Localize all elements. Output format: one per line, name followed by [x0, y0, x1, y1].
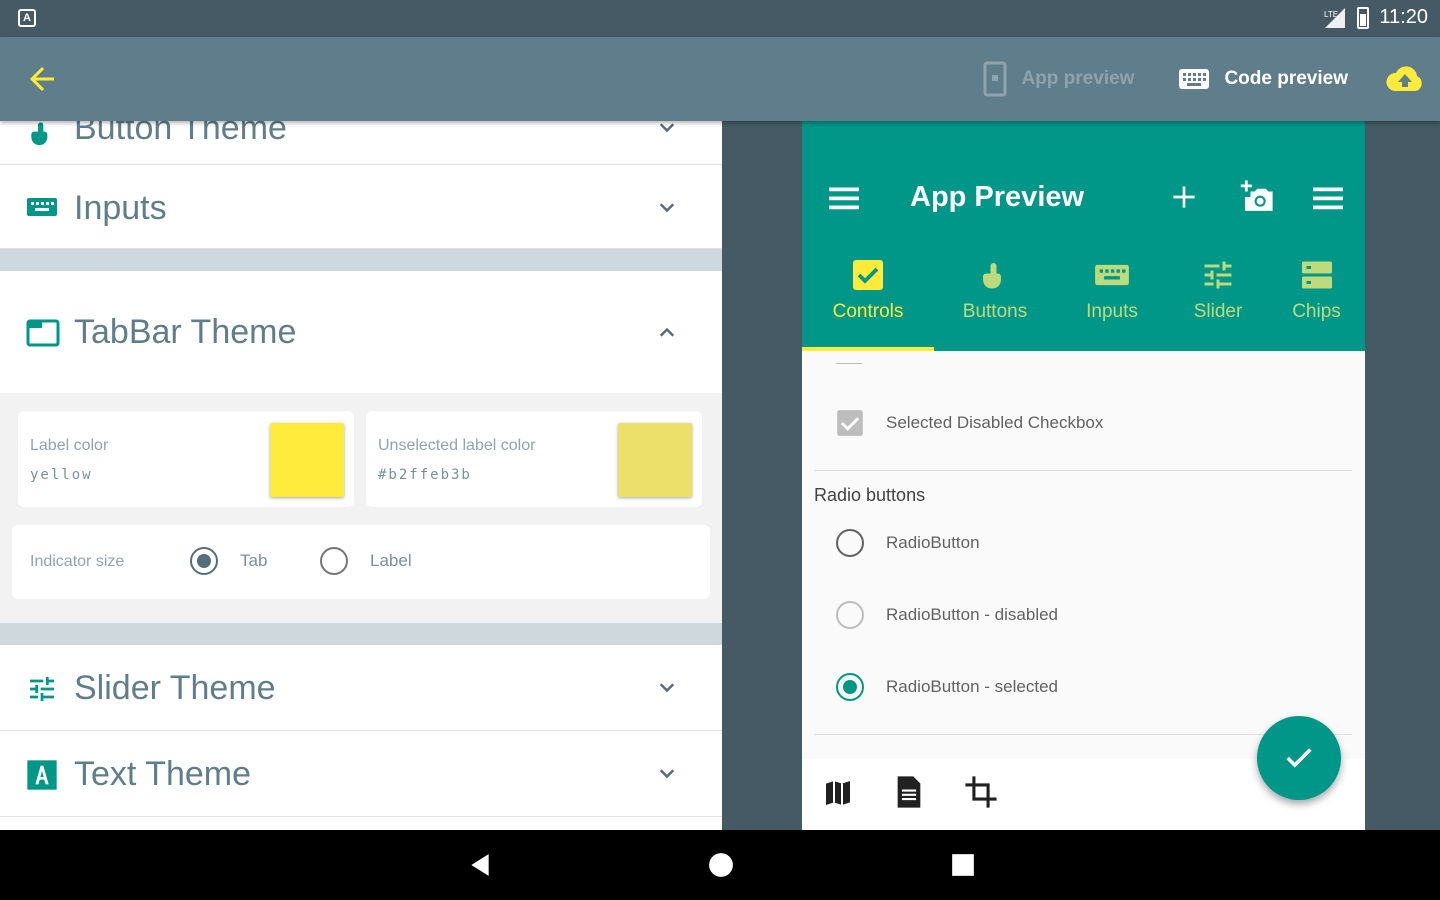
section-slider-theme[interactable]: Slider Theme — [0, 645, 722, 731]
radio-button-selected[interactable] — [836, 673, 864, 701]
label-color-label: Label color — [30, 437, 109, 454]
chevron-up-icon — [659, 327, 675, 337]
keyboard-icon — [1095, 264, 1129, 286]
status-bar: A LTE 11:20 — [0, 0, 1440, 37]
tablet-icon — [983, 61, 1007, 97]
unselected-label-color-swatch[interactable] — [618, 423, 692, 497]
theme-editor-panel: Button Theme Inputs TabBar Theme Label c… — [0, 121, 722, 830]
radio-section-header: Radio buttons — [814, 485, 926, 505]
unselected-label-color-value: #b2ffeb3b — [378, 467, 472, 483]
preview-tab-bar: Controls Buttons Inputs Slider Chips — [802, 251, 1365, 351]
tab-label: Chips — [1292, 301, 1341, 322]
code-preview-label: Code preview — [1224, 68, 1348, 89]
cloud-upload-button[interactable] — [1370, 64, 1440, 94]
unselected-label-color-card[interactable]: Unselected label color #b2ffeb3b — [366, 411, 702, 507]
label-color-swatch[interactable] — [270, 423, 344, 497]
svg-text:LTE: LTE — [1324, 10, 1338, 19]
label-color-card[interactable]: Label color yellow — [18, 411, 354, 507]
back-nav-icon[interactable] — [467, 852, 493, 878]
radio-label[interactable] — [320, 547, 348, 575]
tab-inputs[interactable]: Inputs — [1056, 251, 1168, 351]
system-nav-bar — [0, 830, 1440, 900]
disabled-checkbox — [837, 410, 863, 436]
radio-tab[interactable] — [190, 547, 218, 575]
chevron-down-icon — [659, 769, 675, 779]
preview-app-bar: App Preview Controls Buttons Inputs Slid… — [802, 121, 1365, 351]
tab-chips[interactable]: Chips — [1268, 251, 1365, 351]
section-label: Text Theme — [74, 755, 252, 793]
document-icon[interactable] — [894, 775, 924, 809]
tab-label: Inputs — [1086, 301, 1138, 322]
list-divider — [814, 470, 1352, 471]
section-tabbar-theme[interactable]: TabBar Theme — [0, 271, 722, 393]
add-icon[interactable] — [1168, 181, 1200, 213]
tab-buttons[interactable]: Buttons — [934, 251, 1056, 351]
radio-button-disabled — [836, 601, 864, 629]
radio-label: RadioButton - selected — [886, 677, 1058, 696]
tab-label: Controls — [832, 301, 904, 322]
tune-icon — [1204, 261, 1232, 289]
tab-label: Slider — [1193, 301, 1243, 322]
recents-nav-icon[interactable] — [950, 852, 976, 878]
tab-icon — [26, 319, 60, 347]
tab-label: Buttons — [962, 301, 1028, 322]
tab-controls[interactable]: Controls — [802, 251, 934, 351]
crop-icon[interactable] — [964, 775, 998, 809]
section-text-theme[interactable]: Text Theme — [0, 731, 722, 817]
section-label: TabBar Theme — [74, 313, 297, 351]
chevron-down-icon — [659, 203, 675, 213]
battery-icon — [1357, 6, 1370, 29]
check-icon — [1286, 748, 1312, 768]
keyboard-icon — [1179, 69, 1210, 89]
home-nav-icon[interactable] — [708, 852, 734, 878]
radio-label-label: Label — [370, 551, 412, 570]
indicator-size-card: Indicator size Tab Label — [12, 525, 710, 599]
unselected-label-color-label: Unselected label color — [378, 437, 536, 454]
section-inputs[interactable]: Inputs — [0, 165, 722, 249]
keyboard-icon — [27, 198, 57, 216]
label-color-value: yellow — [30, 467, 93, 483]
chips-icon — [1301, 261, 1332, 289]
touch-icon — [983, 263, 1001, 289]
chevron-down-icon — [659, 123, 675, 133]
section-label: Slider Theme — [74, 669, 276, 707]
section-label: Inputs — [74, 189, 167, 227]
code-preview-button[interactable]: Code preview — [1156, 37, 1370, 121]
radio-label: RadioButton — [886, 533, 980, 552]
preview-title: App Preview — [910, 181, 1085, 213]
list-divider — [836, 363, 862, 364]
section-divider — [0, 623, 722, 645]
section-divider — [0, 249, 722, 271]
radio-label: RadioButton - disabled — [886, 605, 1059, 624]
section-label: Button Theme — [74, 121, 287, 147]
app-bar: App preview Code preview — [0, 37, 1440, 121]
clock: 11:20 — [1379, 6, 1428, 28]
status-icons: LTE 11:20 — [1323, 6, 1428, 29]
signal-icon: LTE — [1324, 7, 1346, 28]
map-icon[interactable] — [822, 777, 854, 809]
tab-indicator — [802, 347, 934, 351]
app-preview-frame: App Preview Controls Buttons Inputs Slid… — [802, 121, 1365, 830]
checkbox-label: Selected Disabled Checkbox — [886, 413, 1104, 432]
radio-tab-label: Tab — [240, 551, 268, 570]
overflow-menu-icon[interactable] — [1310, 183, 1346, 213]
menu-icon[interactable] — [826, 183, 862, 213]
add-photo-icon[interactable] — [1236, 179, 1276, 215]
tab-slider[interactable]: Slider — [1168, 251, 1268, 351]
radio-button-normal[interactable] — [836, 529, 864, 557]
notification-icon: A — [18, 9, 36, 27]
chevron-down-icon — [659, 683, 675, 693]
section-button-theme[interactable]: Button Theme — [0, 121, 722, 165]
app-preview-label: App preview — [1021, 68, 1135, 89]
text-icon — [27, 760, 57, 790]
tune-icon — [30, 677, 54, 701]
confirm-fab[interactable] — [1257, 716, 1341, 800]
back-arrow-icon[interactable] — [24, 61, 60, 97]
cloud-upload-icon — [1386, 66, 1422, 91]
app-preview-button[interactable]: App preview — [961, 37, 1156, 121]
checkbox-icon — [853, 260, 883, 290]
touch-icon — [31, 122, 48, 145]
indicator-size-label: Indicator size — [30, 553, 125, 570]
